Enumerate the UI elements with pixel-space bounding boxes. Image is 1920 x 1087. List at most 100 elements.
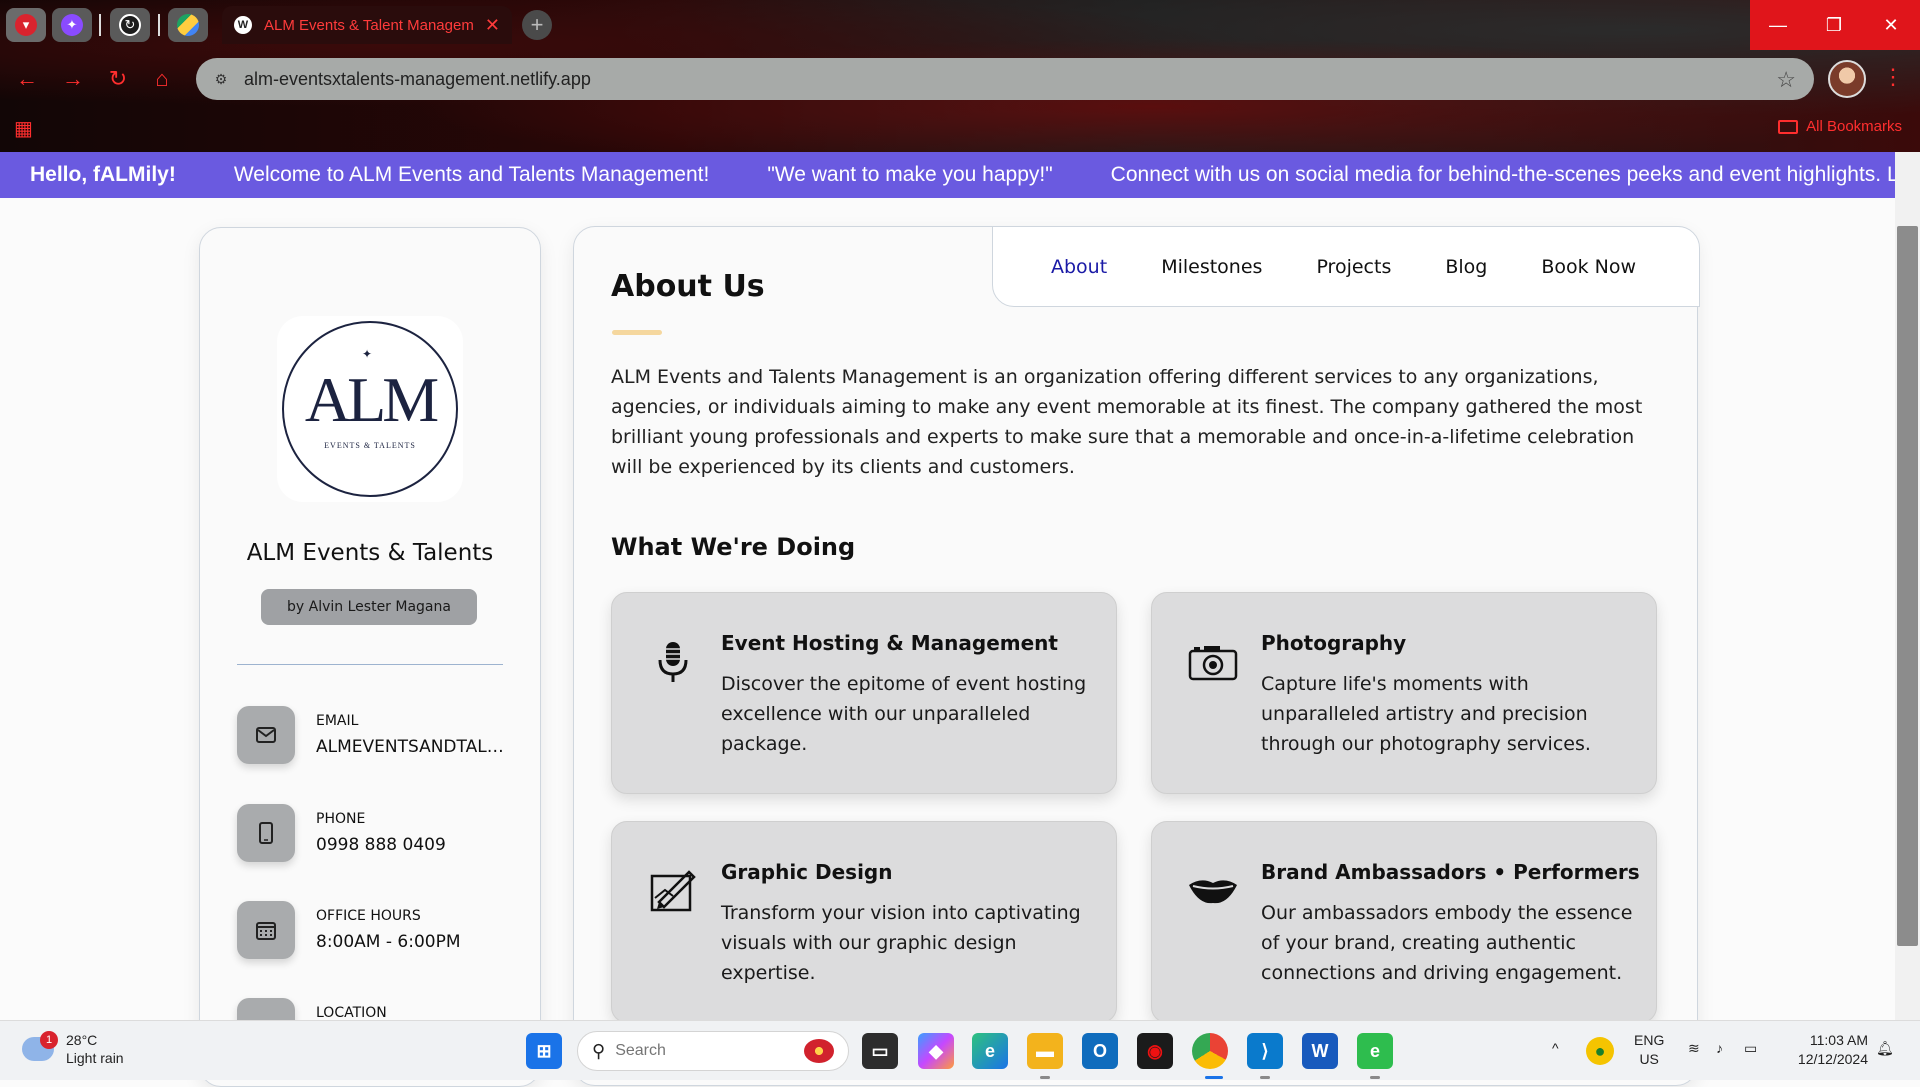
- sparkle-icon: ✦: [362, 347, 373, 361]
- reload-button[interactable]: ↻: [103, 64, 133, 94]
- marquee-item: Connect with us on social media for behi…: [1110, 163, 1895, 186]
- minimize-button[interactable]: —: [1750, 0, 1806, 50]
- page-title: About Us: [611, 269, 765, 304]
- chrome-icon[interactable]: [1192, 1033, 1228, 1069]
- new-tab-button[interactable]: +: [522, 10, 552, 40]
- running-indicator: [1205, 1076, 1223, 1079]
- weather-widget[interactable]: 1 28°C Light rain: [22, 1031, 124, 1067]
- show-hidden-icons[interactable]: ^: [1552, 1039, 1559, 1058]
- pinned-tab-drive[interactable]: [168, 8, 208, 42]
- home-button[interactable]: ⌂: [147, 64, 177, 94]
- drive-icon: [177, 14, 199, 36]
- ie-icon[interactable]: e: [1357, 1033, 1393, 1069]
- nav-projects[interactable]: Projects: [1316, 256, 1391, 278]
- language-indicator[interactable]: ENG US: [1634, 1031, 1664, 1069]
- announcement-marquee: Hello, fALMily! Welcome to ALM Events an…: [0, 152, 1895, 198]
- restore-button[interactable]: ❐: [1806, 0, 1862, 50]
- nav-blog[interactable]: Blog: [1445, 256, 1487, 278]
- logo-subtitle: EVENTS & TALENTS: [324, 440, 416, 450]
- tab-search-button[interactable]: ▾: [6, 8, 46, 42]
- nav-about[interactable]: About: [1051, 256, 1107, 278]
- word-icon[interactable]: W: [1302, 1033, 1338, 1069]
- messenger-icon: ✦: [61, 14, 83, 36]
- poinsettia-icon: [804, 1039, 834, 1063]
- service-card: Brand Ambassadors • Performers Our ambas…: [1151, 821, 1657, 1023]
- rain-cloud-icon: 1: [22, 1031, 58, 1061]
- wifi-icon[interactable]: ≋: [1688, 1039, 1700, 1058]
- all-bookmarks-button[interactable]: All Bookmarks: [1778, 118, 1902, 135]
- url-input[interactable]: [244, 68, 1644, 90]
- scrollbar-thumb[interactable]: [1897, 226, 1918, 946]
- service-description: Capture life's moments with unparalleled…: [1261, 673, 1591, 755]
- title-underline: [612, 330, 662, 335]
- chevron-down-icon: ▾: [15, 14, 37, 36]
- windows-start-icon[interactable]: ⊞: [526, 1033, 562, 1069]
- nav-milestones[interactable]: Milestones: [1161, 256, 1262, 278]
- language-code: ENG: [1634, 1032, 1665, 1048]
- running-indicator: [1370, 1076, 1380, 1079]
- profile-avatar[interactable]: [1828, 60, 1866, 98]
- region-code: US: [1639, 1051, 1659, 1067]
- marquee-item: "We want to make you happy!": [767, 163, 1053, 186]
- running-indicator: [1040, 1076, 1050, 1079]
- notification-badge: 1: [40, 1031, 58, 1049]
- outlook-icon[interactable]: O: [1082, 1033, 1118, 1069]
- address-bar[interactable]: ⚙ ☆: [196, 58, 1814, 100]
- volume-icon[interactable]: ♪: [1716, 1039, 1723, 1058]
- file-explorer-icon[interactable]: ▬: [1027, 1033, 1063, 1069]
- section-navbar: About Milestones Projects Blog Book Now: [992, 226, 1700, 307]
- copilot-icon[interactable]: ◆: [918, 1033, 954, 1069]
- services-heading: What We're Doing: [611, 533, 856, 561]
- contact-office-hours: OFFICE HOURS 8:00AM - 6:00PM: [237, 901, 517, 961]
- app-icon[interactable]: ◉: [1137, 1033, 1173, 1069]
- tab-close-icon[interactable]: ✕: [485, 15, 500, 36]
- about-section: About Milestones Projects Blog Book Now …: [573, 226, 1700, 1086]
- site-info-icon[interactable]: ⚙: [210, 68, 232, 90]
- contact-value[interactable]: 0998 888 0409: [316, 835, 506, 855]
- clock[interactable]: 11:03 AM 12/12/2024: [1784, 1031, 1868, 1069]
- edge-icon[interactable]: e: [972, 1033, 1008, 1069]
- mail-icon: [237, 706, 295, 764]
- contact-value[interactable]: ALMEVENTSANDTALENTS: [316, 737, 506, 757]
- folder-icon: [1778, 119, 1799, 134]
- service-title: Brand Ambassadors • Performers: [1261, 860, 1640, 884]
- tab-strip: ▾ ✦ ↻ W ALM Events & Talent Management ✕…: [0, 0, 1920, 50]
- contact-phone: PHONE 0998 888 0409: [237, 804, 517, 864]
- contact-value: 8:00AM - 6:00PM: [316, 932, 461, 952]
- search-icon: ⚲: [592, 1040, 606, 1061]
- windows-taskbar: 1 28°C Light rain ⊞ ⚲ ▭ ◆ e ▬ O ◉ ⟩ W e …: [0, 1020, 1920, 1080]
- profile-sidebar: ✦ ALM EVENTS & TALENTS ALM Events & Tale…: [199, 227, 541, 1087]
- marquee-greeting: Hello, fALMily!: [30, 163, 176, 186]
- nav-book-now[interactable]: Book Now: [1541, 256, 1636, 278]
- close-window-button[interactable]: ✕: [1862, 0, 1920, 50]
- marquee-item: Welcome to ALM Events and Talents Manage…: [233, 163, 710, 186]
- clock-time: 11:03 AM: [1809, 1032, 1868, 1048]
- tab-favicon-icon: W: [234, 16, 252, 34]
- logo: ✦ ALM EVENTS & TALENTS: [277, 316, 463, 502]
- contact-label: OFFICE HOURS: [316, 908, 421, 924]
- tray-app-icon[interactable]: ●: [1586, 1037, 1614, 1065]
- calendar-icon: [237, 901, 295, 959]
- vscode-icon[interactable]: ⟩: [1247, 1033, 1283, 1069]
- forward-button[interactable]: →: [58, 64, 88, 94]
- battery-icon[interactable]: ▭: [1744, 1039, 1757, 1058]
- pinned-tab-messenger[interactable]: ✦: [52, 8, 92, 42]
- browser-menu-icon[interactable]: ⋮: [1882, 64, 1904, 90]
- back-button[interactable]: ←: [12, 64, 42, 94]
- logo-mark: ALM: [304, 363, 439, 435]
- all-bookmarks-label: All Bookmarks: [1806, 118, 1902, 135]
- taskbar-search[interactable]: ⚲: [577, 1031, 849, 1071]
- brand-name: ALM Events & Talents: [246, 540, 494, 566]
- phone-icon: [237, 804, 295, 862]
- pinned-tab-sync[interactable]: ↻: [110, 8, 150, 42]
- byline-badge: by Alvin Lester Magana: [261, 589, 477, 625]
- apps-grid-icon[interactable]: ▦: [14, 116, 33, 141]
- task-view-icon[interactable]: ▭: [862, 1033, 898, 1069]
- service-card: Graphic Design Transform your vision int…: [611, 821, 1117, 1023]
- contact-email: EMAIL ALMEVENTSANDTALENTS: [237, 706, 517, 766]
- bookmark-star-icon[interactable]: ☆: [1776, 67, 1796, 93]
- taskbar-search-input[interactable]: [615, 1042, 766, 1060]
- notification-bell-icon[interactable]: 🔔︎: [1876, 1039, 1894, 1058]
- browser-chrome: ▾ ✦ ↻ W ALM Events & Talent Management ✕…: [0, 0, 1920, 152]
- active-tab[interactable]: W ALM Events & Talent Management ✕: [222, 6, 512, 44]
